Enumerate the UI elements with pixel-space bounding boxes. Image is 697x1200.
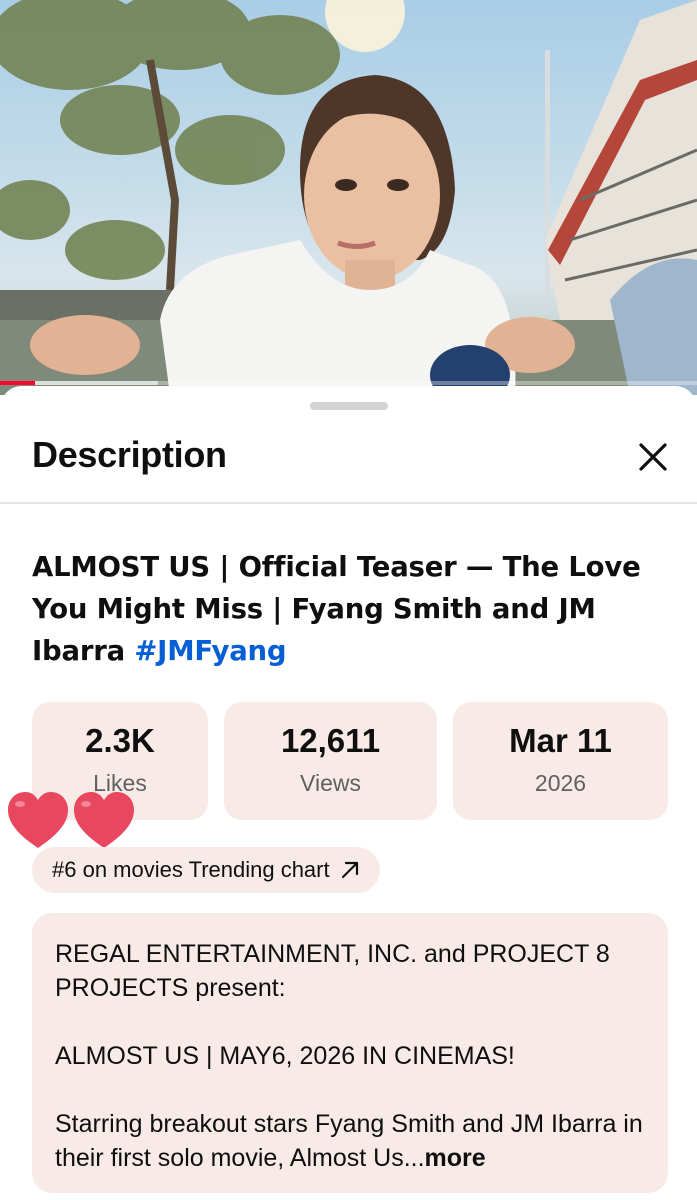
likes-count: 2.3K [85, 722, 155, 759]
video-progress-bar[interactable] [0, 381, 697, 385]
trending-label: #6 on movies Trending chart [52, 857, 330, 882]
hearts-icon [8, 792, 134, 848]
video-player[interactable] [0, 0, 697, 395]
close-icon [639, 443, 667, 471]
video-frame [0, 0, 697, 395]
video-title: ALMOST US | Official Teaser — The Love Y… [32, 546, 672, 672]
description-box[interactable]: REGAL ENTERTAINMENT, INC. and PROJECT 8 … [32, 913, 668, 1193]
description-sheet: Description ALMOST US | Official Teaser … [0, 386, 697, 1200]
description-line-3-text: Starring breakout stars Fyang Smith and … [55, 1110, 643, 1172]
description-line-2: ALMOST US | MAY6, 2026 IN CINEMAS! [55, 1042, 515, 1070]
drag-handle[interactable] [310, 402, 388, 410]
description-line-1: REGAL ENTERTAINMENT, INC. and PROJECT 8 … [55, 940, 610, 1002]
description-line-3: Starring breakout stars Fyang Smith and … [55, 1107, 655, 1175]
description-text: REGAL ENTERTAINMENT, INC. and PROJECT 8 … [55, 937, 655, 1175]
upload-year: 2026 [534, 770, 587, 796]
views-count: 12,611 [280, 722, 381, 759]
video-progress-played [0, 381, 35, 385]
hashtag-link[interactable]: #JMFyang [134, 635, 286, 667]
upload-date: Mar 11 [509, 722, 612, 759]
more-link[interactable]: more [425, 1144, 486, 1172]
views-label: Views [300, 770, 361, 796]
close-button[interactable] [628, 432, 678, 482]
date-stat: Mar 11 2026 [453, 702, 668, 820]
video-title-text: ALMOST US | Official Teaser — The Love Y… [32, 551, 641, 667]
sheet-title: Description [32, 434, 227, 475]
views-stat: 12,611 Views [224, 702, 437, 820]
arrow-up-right-icon [341, 861, 358, 879]
trending-chip[interactable]: #6 on movies Trending chart [32, 847, 380, 893]
header-divider [0, 502, 697, 504]
